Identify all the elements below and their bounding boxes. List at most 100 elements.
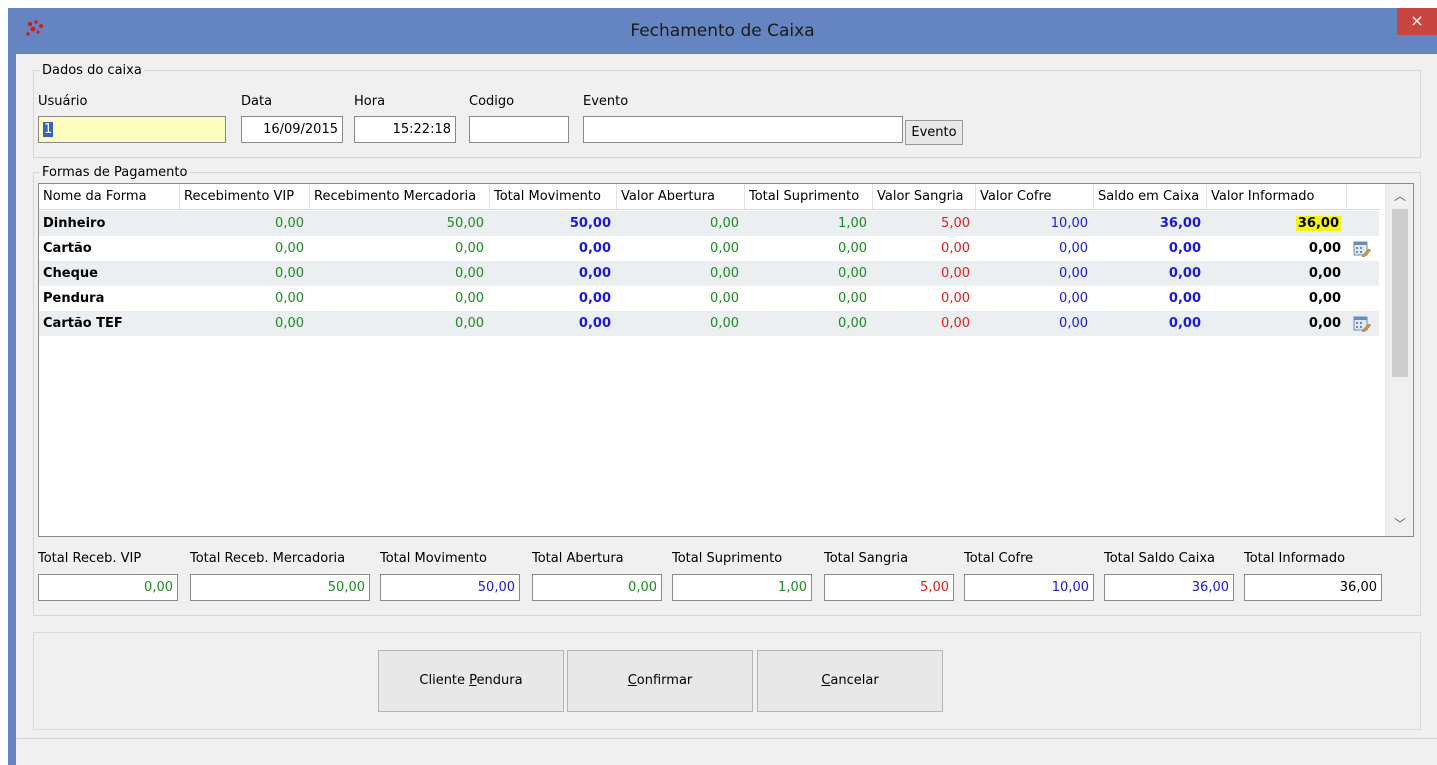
cancelar-button[interactable]: Cancelar <box>757 650 943 712</box>
total-movimento-field[interactable]: 50,00 <box>380 574 520 601</box>
total-informado-label: Total Informado <box>1244 551 1346 566</box>
evento-input[interactable] <box>583 116 903 143</box>
cell-mercadoria-value: 0,00 <box>455 266 484 281</box>
cell-mercadoria-value: 50,00 <box>446 216 484 231</box>
total-suprimento-field[interactable]: 1,00 <box>672 574 812 601</box>
col-header[interactable]: Valor Sangria <box>873 184 976 209</box>
calculator-edit-icon[interactable] <box>1353 316 1371 333</box>
cell-informado[interactable]: 0,00 <box>1207 261 1347 286</box>
col-header[interactable]: Recebimento Mercadoria <box>310 184 490 209</box>
usuario-input[interactable]: 1 <box>38 116 226 143</box>
grid-vertical-scrollbar[interactable]: ︿ ﹀ <box>1385 184 1413 536</box>
cell-nome-value: Pendura <box>43 291 105 306</box>
cell-mercadoria-value: 0,00 <box>455 291 484 306</box>
cell-abertura-value: 0,00 <box>710 316 739 331</box>
cell-cofre: 0,00 <box>976 311 1094 336</box>
total-saldo-field[interactable]: 36,00 <box>1104 574 1234 601</box>
table-row[interactable]: Cartão 0,00 0,00 0,00 0,00 0,00 0,00 0,00 0,00 0,… <box>39 236 1379 261</box>
cliente-pendura-text: Cliente <box>419 673 470 688</box>
cell-vip-value: 0,00 <box>275 216 304 231</box>
cell-movimento-value: 0,00 <box>578 291 611 306</box>
cell-sangria: 5,00 <box>873 211 976 236</box>
cell-sangria: 0,00 <box>873 311 976 336</box>
cell-informado[interactable]: 0,00 <box>1207 311 1347 336</box>
cell-saldo-value: 0,00 <box>1168 316 1201 331</box>
total-cofre-field[interactable]: 10,00 <box>964 574 1094 601</box>
cell-informado[interactable]: 0,00 <box>1207 286 1347 311</box>
dados-do-caixa-group: Dados do caixa <box>33 63 1421 158</box>
cell-cofre-value: 0,00 <box>1059 266 1088 281</box>
usuario-value: 1 <box>43 122 54 137</box>
close-button[interactable]: × <box>1397 8 1437 35</box>
cell-informado-value: 0,00 <box>1308 291 1341 306</box>
cell-suprimento-value: 1,00 <box>838 216 867 231</box>
total-mercadoria-field[interactable]: 50,00 <box>190 574 370 601</box>
evento-label: Evento <box>583 94 629 109</box>
cell-cofre: 0,00 <box>976 261 1094 286</box>
col-header[interactable]: Valor Cofre <box>976 184 1094 209</box>
hora-input[interactable]: 15:22:18 <box>354 116 456 143</box>
total-abertura-field[interactable]: 0,00 <box>532 574 662 601</box>
total-sangria-field[interactable]: 5,00 <box>824 574 954 601</box>
table-row[interactable]: Pendura 0,00 0,00 0,00 0,00 0,00 0,00 0,00 0,00 0… <box>39 286 1379 311</box>
close-icon: × <box>1410 11 1424 30</box>
confirmar-mnemonic: C <box>627 673 637 688</box>
table-row[interactable]: Cheque 0,00 0,00 0,00 0,00 0,00 0,00 0,00 0,00 0,… <box>39 261 1379 286</box>
evento-button[interactable]: Evento <box>905 120 963 145</box>
cell-nome: Dinheiro <box>39 211 180 236</box>
cell-suprimento: 0,00 <box>745 311 873 336</box>
cell-suprimento: 0,00 <box>745 236 873 261</box>
codigo-input[interactable] <box>469 116 569 143</box>
scroll-thumb[interactable] <box>1392 209 1408 377</box>
window-title: Fechamento de Caixa <box>630 21 815 41</box>
col-header[interactable]: Total Suprimento <box>745 184 873 209</box>
cell-cofre-value: 0,00 <box>1059 291 1088 306</box>
cell-informado-value: 0,00 <box>1308 316 1341 331</box>
confirmar-button[interactable]: Confirmar <box>567 650 753 712</box>
cell-cofre: 0,00 <box>976 236 1094 261</box>
cell-abertura: 0,00 <box>617 211 745 236</box>
cell-suprimento-value: 0,00 <box>838 316 867 331</box>
col-header[interactable]: Valor Informado <box>1207 184 1347 209</box>
cell-abertura-value: 0,00 <box>710 266 739 281</box>
scroll-down-icon[interactable]: ﹀ <box>1386 514 1414 534</box>
cell-vip-value: 0,00 <box>275 266 304 281</box>
data-label: Data <box>241 94 273 109</box>
total-informado-field[interactable]: 36,00 <box>1244 574 1382 601</box>
cell-informado[interactable]: 36,00 <box>1207 211 1347 236</box>
cell-sangria: 0,00 <box>873 286 976 311</box>
cell-movimento-value: 0,00 <box>578 316 611 331</box>
scroll-up-icon[interactable]: ︿ <box>1386 186 1414 206</box>
cell-abertura-value: 0,00 <box>710 291 739 306</box>
cell-movimento-value: 50,00 <box>569 216 611 231</box>
col-header[interactable]: Valor Abertura <box>617 184 745 209</box>
cliente-pendura-text-rest: endura <box>476 673 523 688</box>
col-header[interactable]: Total Movimento <box>490 184 617 209</box>
cell-abertura: 0,00 <box>617 286 745 311</box>
table-row[interactable]: Cartão TEF 0,00 0,00 0,00 0,00 0,00 0,00 0,00 0,… <box>39 311 1379 336</box>
cell-suprimento-value: 0,00 <box>838 266 867 281</box>
cell-nome-value: Cheque <box>43 266 98 281</box>
cell-abertura-value: 0,00 <box>710 216 739 231</box>
cell-saldo: 0,00 <box>1094 311 1207 336</box>
cell-cofre-value: 0,00 <box>1059 241 1088 256</box>
cell-suprimento: 0,00 <box>745 286 873 311</box>
cell-saldo: 0,00 <box>1094 236 1207 261</box>
table-row[interactable]: Dinheiro 0,00 50,00 50,00 0,00 1,00 5,00 10,00 3… <box>39 211 1379 236</box>
cell-movimento: 0,00 <box>490 311 617 336</box>
total-vip-field[interactable]: 0,00 <box>38 574 178 601</box>
calculator-edit-icon[interactable] <box>1353 241 1371 258</box>
cell-abertura: 0,00 <box>617 236 745 261</box>
formas-pagamento-grid[interactable]: Nome da Forma Recebimento VIP Recebiment… <box>38 183 1414 537</box>
cell-mercadoria-value: 0,00 <box>455 316 484 331</box>
cliente-pendura-button[interactable]: Cliente Pendura <box>378 650 564 712</box>
usuario-label: Usuário <box>38 94 88 109</box>
col-header[interactable]: Saldo em Caixa <box>1094 184 1207 209</box>
col-header[interactable]: Nome da Forma <box>39 184 180 209</box>
cell-suprimento: 1,00 <box>745 211 873 236</box>
cell-vip: 0,00 <box>180 211 310 236</box>
data-input[interactable]: 16/09/2015 <box>241 116 343 143</box>
cell-informado[interactable]: 0,00 <box>1207 236 1347 261</box>
col-header[interactable]: Recebimento VIP <box>180 184 310 209</box>
dados-group-title: Dados do caixa <box>40 63 144 78</box>
